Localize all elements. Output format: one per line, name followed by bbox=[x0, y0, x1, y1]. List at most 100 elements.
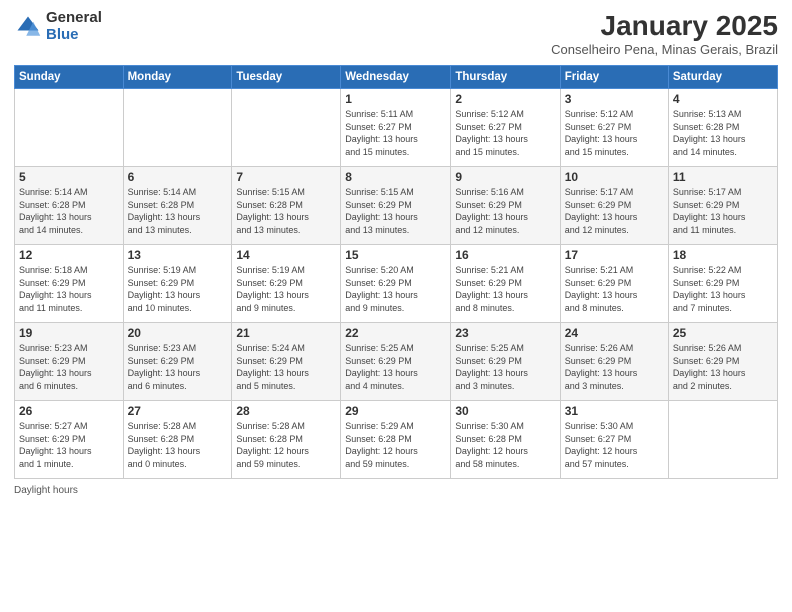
calendar-day-header: Sunday bbox=[15, 66, 124, 89]
calendar-day-header: Wednesday bbox=[341, 66, 451, 89]
logo-general: General bbox=[46, 10, 102, 27]
calendar-cell: 7Sunrise: 5:15 AM Sunset: 6:28 PM Daylig… bbox=[232, 167, 341, 245]
calendar-cell: 1 Sunrise: 5:11 AM Sunset: 6:27 PM Daylig… bbox=[341, 89, 451, 167]
day-info: Sunrise: 5:14 AM Sunset: 6:28 PM Dayligh… bbox=[128, 186, 228, 236]
day-info: Sunrise: 5:18 AM Sunset: 6:29 PM Dayligh… bbox=[19, 264, 119, 314]
day-number: 11 bbox=[673, 170, 773, 184]
calendar-cell: 26 Sunrise: 5:27 AM Sunset: 6:29 PM Dayli… bbox=[15, 401, 124, 479]
calendar-cell: 23Sunrise: 5:25 AM Sunset: 6:29 PM Dayli… bbox=[451, 323, 560, 401]
calendar-cell: 5 Sunrise: 5:14 AM Sunset: 6:28 PM Daylig… bbox=[15, 167, 124, 245]
day-info: Sunrise: 5:23 AM Sunset: 6:29 PM Dayligh… bbox=[19, 342, 119, 392]
calendar-cell: 25 Sunrise: 5:26 AM Sunset: 6:29 PM Dayli… bbox=[668, 323, 777, 401]
day-info: Sunrise: 5:27 AM Sunset: 6:29 PM Dayligh… bbox=[19, 420, 119, 470]
day-info: Sunrise: 5:30 AM Sunset: 6:28 PM Dayligh… bbox=[455, 420, 555, 470]
day-number: 5 bbox=[19, 170, 119, 184]
calendar-cell: 21 Sunrise: 5:24 AM Sunset: 6:29 PM Dayli… bbox=[232, 323, 341, 401]
day-number: 15 bbox=[345, 248, 446, 262]
day-number: 26 bbox=[19, 404, 119, 418]
calendar-cell: 24 Sunrise: 5:26 AM Sunset: 6:29 PM Dayli… bbox=[560, 323, 668, 401]
day-number: 16 bbox=[455, 248, 555, 262]
day-number: 28 bbox=[236, 404, 336, 418]
calendar-cell: 11 Sunrise: 5:17 AM Sunset: 6:29 PM Dayli… bbox=[668, 167, 777, 245]
calendar-week-row: 5 Sunrise: 5:14 AM Sunset: 6:28 PM Daylig… bbox=[15, 167, 778, 245]
calendar-cell bbox=[232, 89, 341, 167]
day-info: Sunrise: 5:28 AM Sunset: 6:28 PM Dayligh… bbox=[236, 420, 336, 470]
day-number: 18 bbox=[673, 248, 773, 262]
day-info: Sunrise: 5:21 AM Sunset: 6:29 PM Dayligh… bbox=[565, 264, 664, 314]
calendar-week-row: 19 Sunrise: 5:23 AM Sunset: 6:29 PM Dayli… bbox=[15, 323, 778, 401]
footer-text: Daylight hours bbox=[14, 485, 78, 496]
day-info: Sunrise: 5:17 AM Sunset: 6:29 PM Dayligh… bbox=[565, 186, 664, 236]
day-number: 31 bbox=[565, 404, 664, 418]
calendar-cell: 10 Sunrise: 5:17 AM Sunset: 6:29 PM Dayli… bbox=[560, 167, 668, 245]
day-number: 24 bbox=[565, 326, 664, 340]
day-number: 25 bbox=[673, 326, 773, 340]
logo-text: General Blue bbox=[46, 10, 102, 43]
calendar-cell bbox=[668, 401, 777, 479]
day-info: Sunrise: 5:21 AM Sunset: 6:29 PM Dayligh… bbox=[455, 264, 555, 314]
calendar-header-row: SundayMondayTuesdayWednesdayThursdayFrid… bbox=[15, 66, 778, 89]
day-info: Sunrise: 5:11 AM Sunset: 6:27 PM Dayligh… bbox=[345, 108, 446, 158]
calendar-cell: 17 Sunrise: 5:21 AM Sunset: 6:29 PM Dayli… bbox=[560, 245, 668, 323]
calendar-cell: 31 Sunrise: 5:30 AM Sunset: 6:27 PM Dayli… bbox=[560, 401, 668, 479]
day-info: Sunrise: 5:29 AM Sunset: 6:28 PM Dayligh… bbox=[345, 420, 446, 470]
day-number: 2 bbox=[455, 92, 555, 106]
calendar-cell: 16 Sunrise: 5:21 AM Sunset: 6:29 PM Dayli… bbox=[451, 245, 560, 323]
title-block: January 2025 Conselheiro Pena, Minas Ger… bbox=[551, 10, 778, 57]
day-number: 1 bbox=[345, 92, 446, 106]
day-info: Sunrise: 5:14 AM Sunset: 6:28 PM Dayligh… bbox=[19, 186, 119, 236]
day-number: 21 bbox=[236, 326, 336, 340]
day-number: 22 bbox=[345, 326, 446, 340]
subtitle: Conselheiro Pena, Minas Gerais, Brazil bbox=[551, 42, 778, 57]
day-number: 9 bbox=[455, 170, 555, 184]
logo: General Blue bbox=[14, 10, 102, 43]
day-number: 30 bbox=[455, 404, 555, 418]
day-number: 29 bbox=[345, 404, 446, 418]
calendar-cell: 8Sunrise: 5:15 AM Sunset: 6:29 PM Daylig… bbox=[341, 167, 451, 245]
calendar-cell: 3Sunrise: 5:12 AM Sunset: 6:27 PM Daylig… bbox=[560, 89, 668, 167]
calendar-cell: 20 Sunrise: 5:23 AM Sunset: 6:29 PM Dayli… bbox=[123, 323, 232, 401]
calendar-cell: 9 Sunrise: 5:16 AM Sunset: 6:29 PM Daylig… bbox=[451, 167, 560, 245]
calendar-day-header: Friday bbox=[560, 66, 668, 89]
calendar-week-row: 1 Sunrise: 5:11 AM Sunset: 6:27 PM Daylig… bbox=[15, 89, 778, 167]
calendar-cell: 2 Sunrise: 5:12 AM Sunset: 6:27 PM Daylig… bbox=[451, 89, 560, 167]
day-info: Sunrise: 5:22 AM Sunset: 6:29 PM Dayligh… bbox=[673, 264, 773, 314]
day-number: 17 bbox=[565, 248, 664, 262]
day-number: 6 bbox=[128, 170, 228, 184]
calendar-cell: 22Sunrise: 5:25 AM Sunset: 6:29 PM Dayli… bbox=[341, 323, 451, 401]
calendar-cell: 15 Sunrise: 5:20 AM Sunset: 6:29 PM Dayli… bbox=[341, 245, 451, 323]
calendar-cell: 28 Sunrise: 5:28 AM Sunset: 6:28 PM Dayli… bbox=[232, 401, 341, 479]
day-info: Sunrise: 5:16 AM Sunset: 6:29 PM Dayligh… bbox=[455, 186, 555, 236]
calendar-table: SundayMondayTuesdayWednesdayThursdayFrid… bbox=[14, 65, 778, 479]
calendar-cell: 4 Sunrise: 5:13 AM Sunset: 6:28 PM Daylig… bbox=[668, 89, 777, 167]
day-number: 20 bbox=[128, 326, 228, 340]
day-number: 23 bbox=[455, 326, 555, 340]
calendar-cell: 29 Sunrise: 5:29 AM Sunset: 6:28 PM Dayli… bbox=[341, 401, 451, 479]
calendar-day-header: Thursday bbox=[451, 66, 560, 89]
day-info: Sunrise: 5:26 AM Sunset: 6:29 PM Dayligh… bbox=[565, 342, 664, 392]
day-info: Sunrise: 5:19 AM Sunset: 6:29 PM Dayligh… bbox=[236, 264, 336, 314]
day-info: Sunrise: 5:17 AM Sunset: 6:29 PM Dayligh… bbox=[673, 186, 773, 236]
calendar-cell: 12Sunrise: 5:18 AM Sunset: 6:29 PM Dayli… bbox=[15, 245, 124, 323]
logo-blue: Blue bbox=[46, 27, 102, 44]
calendar-cell: 30 Sunrise: 5:30 AM Sunset: 6:28 PM Dayli… bbox=[451, 401, 560, 479]
day-number: 14 bbox=[236, 248, 336, 262]
day-info: Sunrise: 5:12 AM Sunset: 6:27 PM Dayligh… bbox=[565, 108, 664, 158]
day-number: 4 bbox=[673, 92, 773, 106]
day-info: Sunrise: 5:19 AM Sunset: 6:29 PM Dayligh… bbox=[128, 264, 228, 314]
day-info: Sunrise: 5:12 AM Sunset: 6:27 PM Dayligh… bbox=[455, 108, 555, 158]
day-number: 13 bbox=[128, 248, 228, 262]
calendar-day-header: Saturday bbox=[668, 66, 777, 89]
day-info: Sunrise: 5:23 AM Sunset: 6:29 PM Dayligh… bbox=[128, 342, 228, 392]
calendar-day-header: Tuesday bbox=[232, 66, 341, 89]
day-info: Sunrise: 5:30 AM Sunset: 6:27 PM Dayligh… bbox=[565, 420, 664, 470]
day-number: 19 bbox=[19, 326, 119, 340]
day-info: Sunrise: 5:24 AM Sunset: 6:29 PM Dayligh… bbox=[236, 342, 336, 392]
day-info: Sunrise: 5:13 AM Sunset: 6:28 PM Dayligh… bbox=[673, 108, 773, 158]
day-number: 10 bbox=[565, 170, 664, 184]
day-info: Sunrise: 5:26 AM Sunset: 6:29 PM Dayligh… bbox=[673, 342, 773, 392]
day-info: Sunrise: 5:20 AM Sunset: 6:29 PM Dayligh… bbox=[345, 264, 446, 314]
page: General Blue January 2025 Conselheiro Pe… bbox=[0, 0, 792, 612]
calendar-cell bbox=[123, 89, 232, 167]
main-title: January 2025 bbox=[551, 10, 778, 42]
